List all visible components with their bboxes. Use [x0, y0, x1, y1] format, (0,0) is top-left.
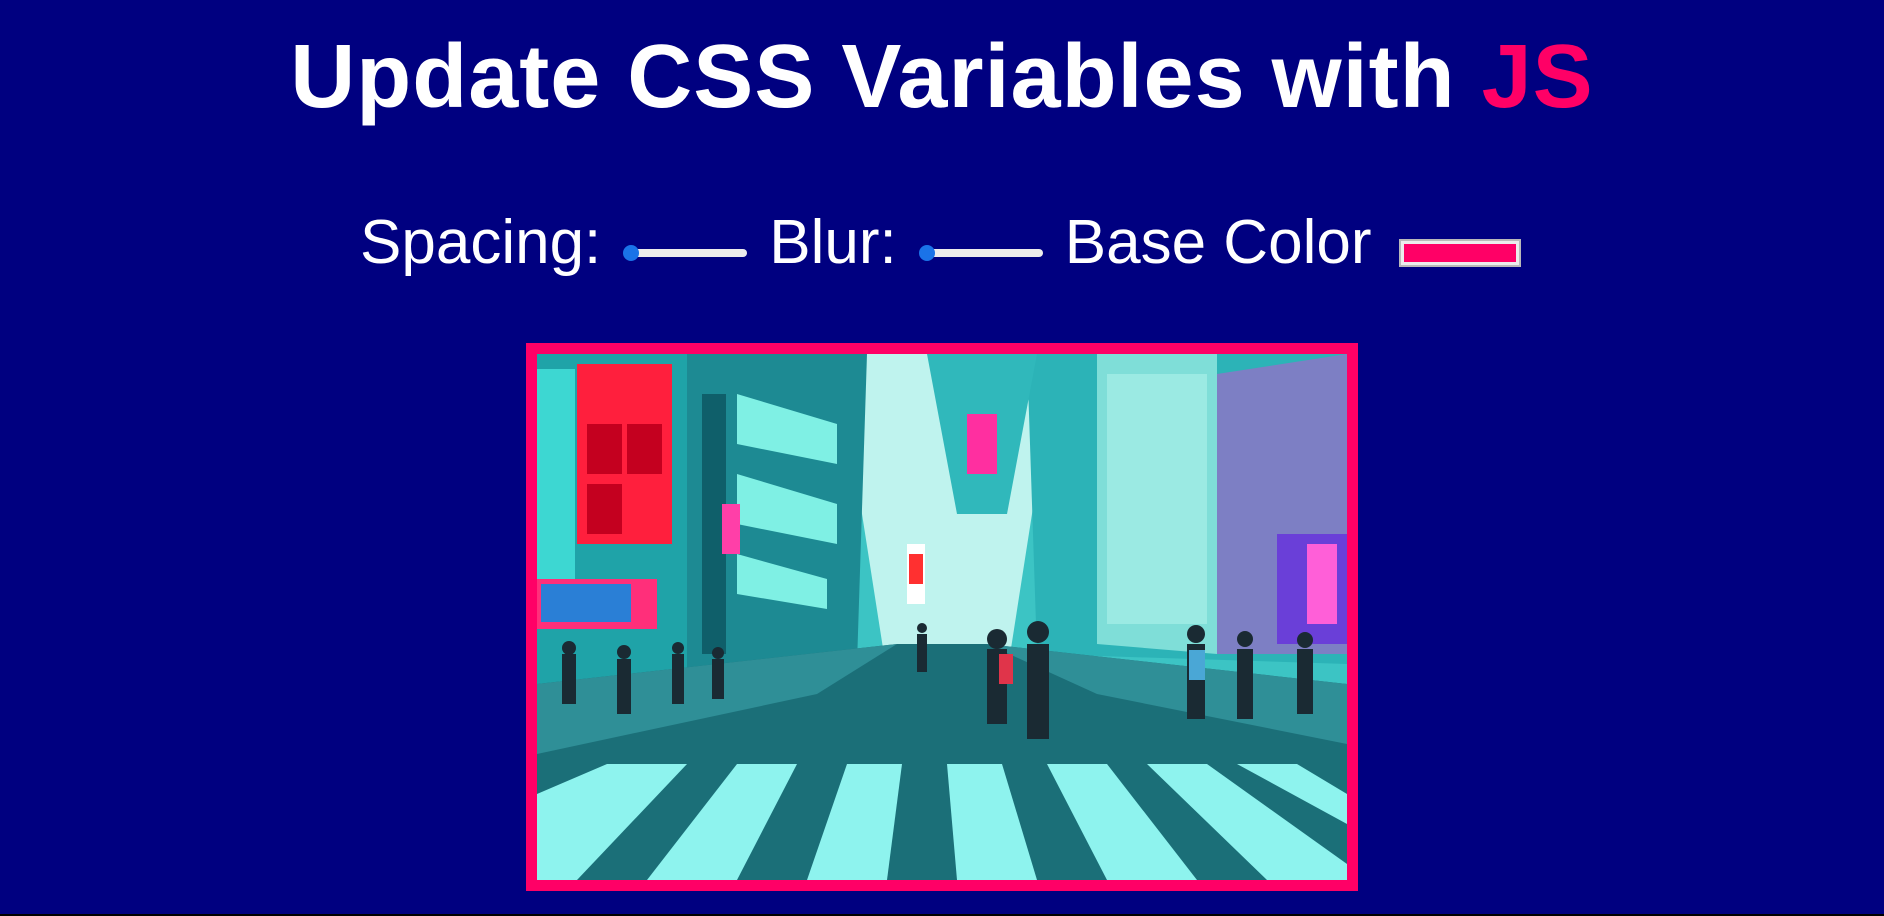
spacing-slider-track	[629, 249, 748, 257]
blur-slider[interactable]	[918, 243, 1043, 263]
page: Update CSS Variables with JS Spacing: Bl…	[0, 0, 1884, 916]
blur-slider-track	[924, 249, 1043, 257]
page-title-text: Update CSS Variables with	[290, 27, 1482, 127]
controls-bar: Spacing: Blur: Base Color	[360, 207, 1522, 277]
spacing-slider[interactable]	[623, 243, 748, 263]
image-frame	[526, 343, 1358, 891]
city-street-photo	[537, 354, 1347, 880]
page-title: Update CSS Variables with JS	[0, 22, 1884, 132]
page-title-highlight: JS	[1481, 27, 1594, 127]
base-color-label: Base Color	[1064, 207, 1372, 277]
spacing-slider-thumb[interactable]	[623, 245, 640, 261]
base-color-swatch-fill	[1404, 244, 1517, 262]
blur-label: Blur:	[769, 207, 897, 277]
base-color-picker[interactable]	[1399, 239, 1522, 267]
city-street-illustration	[537, 354, 1347, 880]
blur-slider-thumb[interactable]	[918, 245, 935, 261]
spacing-label: Spacing:	[360, 207, 602, 277]
